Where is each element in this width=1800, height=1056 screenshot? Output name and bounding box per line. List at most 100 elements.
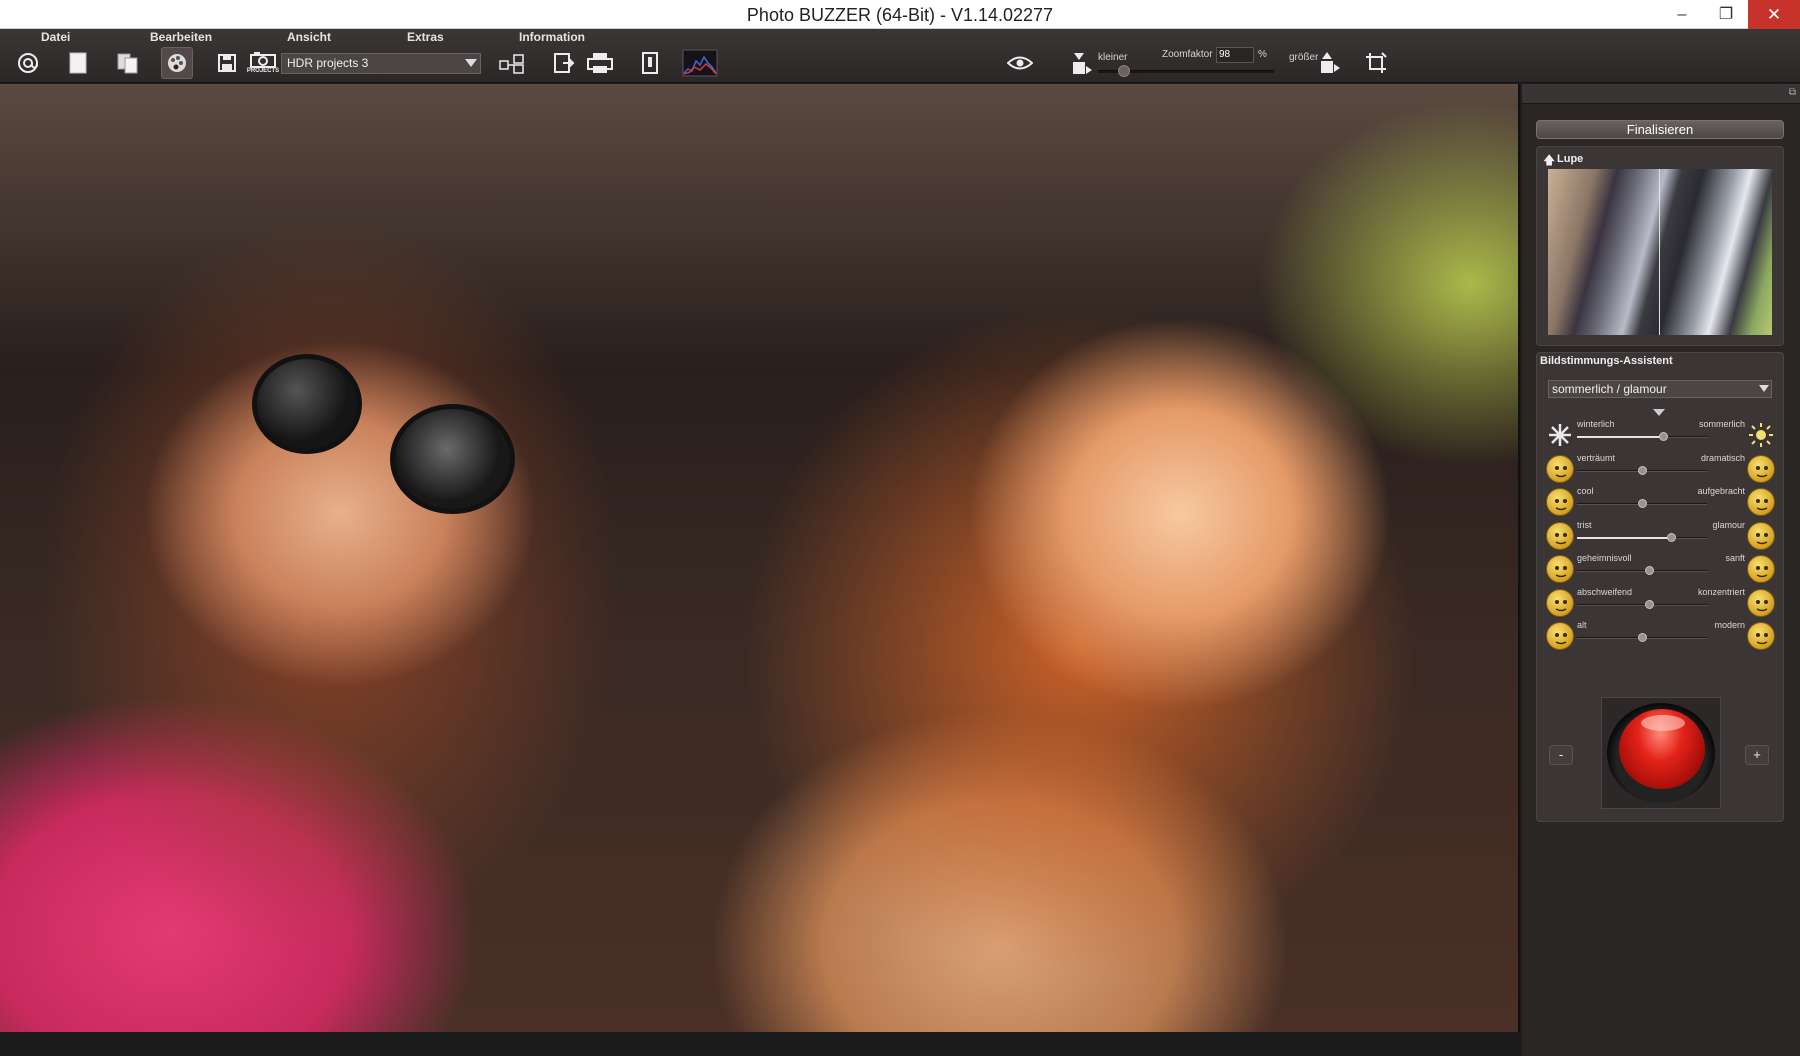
zoom-unit-label: % xyxy=(1258,49,1267,60)
zoom-smaller-label: kleiner xyxy=(1098,52,1128,63)
photo-detail-sunglasses-right xyxy=(390,404,515,514)
window-title: Photo BUZZER (64-Bit) - V1.14.02277 xyxy=(746,5,1054,25)
zoom-slider-thumb[interactable] xyxy=(1118,65,1130,77)
at-icon[interactable] xyxy=(12,47,44,79)
sun-icon[interactable] xyxy=(1747,421,1775,449)
menu-datei[interactable]: Datei xyxy=(41,30,70,44)
cool-face-icon[interactable] xyxy=(1546,488,1574,516)
mood-slider-thumb[interactable] xyxy=(1638,499,1647,508)
project-select[interactable]: HDR projects 3 xyxy=(281,53,481,74)
mood-slider-thumb[interactable] xyxy=(1638,465,1647,475)
slider-right-label: modern xyxy=(1714,620,1745,630)
mood-slider-row: trist glamour xyxy=(1537,518,1785,554)
info-panel-icon[interactable] xyxy=(634,47,666,79)
slider-left-label: trist xyxy=(1577,519,1592,530)
crop-icon[interactable] xyxy=(1360,47,1392,79)
histogram-icon[interactable] xyxy=(680,47,720,79)
slider-right-label: aufgebracht xyxy=(1697,486,1745,496)
mood-slider-track[interactable] xyxy=(1577,603,1707,606)
pin-icon[interactable]: ⧉ xyxy=(1789,87,1796,98)
loupe-preview[interactable] xyxy=(1548,169,1772,335)
mood-slider-thumb[interactable] xyxy=(1667,532,1676,542)
mood-select-value: sommerlich / glamour xyxy=(1552,382,1667,396)
slider-right-label: dramatisch xyxy=(1700,452,1745,463)
dreamy-face-icon[interactable] xyxy=(1546,454,1574,483)
menu-extras[interactable]: Extras xyxy=(407,30,444,44)
slider-left-label: verträumt xyxy=(1577,452,1616,463)
photo-preview xyxy=(0,84,1518,1032)
menu-bar: Datei Bearbeiten Ansicht Extras Informat… xyxy=(0,29,700,45)
menu-bearbeiten[interactable]: Bearbeiten xyxy=(150,30,212,44)
loupe-panel: 🡅 Lupe xyxy=(1536,146,1784,346)
image-canvas[interactable] xyxy=(0,84,1520,1032)
slider-left-label: winterlich xyxy=(1577,419,1615,429)
slider-left-label: alt xyxy=(1577,620,1587,630)
maximize-button[interactable]: ❐ xyxy=(1704,0,1748,29)
mood-assistant-title: Bildstimmungs-Assistent xyxy=(1540,355,1673,367)
chevron-down-icon xyxy=(465,59,477,67)
zoom-factor-label: Zoomfaktor xyxy=(1162,49,1213,60)
right-panel: ⧉ Finalisieren 🡅 Lupe Bildstimmungs-Assi… xyxy=(1522,84,1800,1056)
mood-slider-row: winterlich sommerlich xyxy=(1537,417,1785,453)
menu-ansicht[interactable]: Ansicht xyxy=(287,30,331,44)
mood-slider-row: alt modern xyxy=(1537,618,1785,654)
angry-face-icon[interactable] xyxy=(1747,488,1775,516)
title-bar: Photo BUZZER (64-Bit) - V1.14.02277 – ❐ … xyxy=(0,0,1800,29)
dramatic-face-icon[interactable] xyxy=(1747,454,1775,483)
export-icon[interactable] xyxy=(548,47,580,79)
mood-slider-thumb[interactable] xyxy=(1645,599,1654,609)
project-select-value: HDR projects 3 xyxy=(287,56,369,70)
new-document-icon[interactable] xyxy=(62,47,94,79)
mood-slider-fill xyxy=(1577,436,1663,438)
slider-right-label: sommerlich xyxy=(1698,419,1745,429)
copy-documents-icon[interactable] xyxy=(112,47,144,79)
minimize-button[interactable]: – xyxy=(1660,0,1704,29)
glamour-face-icon[interactable] xyxy=(1747,521,1775,550)
mood-slider-track[interactable] xyxy=(1577,570,1707,572)
close-button[interactable]: ✕ xyxy=(1748,0,1800,29)
loupe-title: Lupe xyxy=(1557,153,1584,165)
zoom-in-icon[interactable] xyxy=(1314,47,1346,79)
mood-slider-row: cool aufgebracht xyxy=(1537,484,1785,520)
palette-icon[interactable] xyxy=(161,47,193,79)
mood-slider-thumb[interactable] xyxy=(1659,432,1668,441)
slider-right-label: konzentriert xyxy=(1697,586,1745,597)
mood-slider-thumb[interactable] xyxy=(1638,633,1647,642)
print-icon[interactable] xyxy=(584,47,616,79)
chevron-down-icon xyxy=(1759,385,1769,392)
mood-slider-row: verträumt dramatisch xyxy=(1537,451,1785,487)
finalize-button[interactable]: Finalisieren xyxy=(1536,120,1784,139)
focused-face-icon[interactable] xyxy=(1747,588,1775,617)
slider-right-label: glamour xyxy=(1712,519,1745,530)
compare-icon[interactable] xyxy=(496,47,528,79)
projects-icon[interactable]: PROJECTS xyxy=(247,47,279,79)
mood-slider-row: abschweifend konzentriert xyxy=(1537,585,1785,621)
mysterious-face-icon[interactable] xyxy=(1546,555,1574,583)
mood-slider-fill xyxy=(1577,536,1671,539)
eye-icon[interactable] xyxy=(1004,47,1036,79)
zoom-factor-input[interactable]: 98 xyxy=(1216,47,1254,63)
save-icon[interactable] xyxy=(211,47,243,79)
slider-left-label: cool xyxy=(1577,486,1594,496)
expand-arrow-icon[interactable] xyxy=(1653,409,1665,416)
loupe-divider[interactable] xyxy=(1659,169,1660,335)
snowflake-icon[interactable] xyxy=(1546,421,1574,449)
menu-information[interactable]: Information xyxy=(519,30,585,44)
toolbar-area: Datei Bearbeiten Ansicht Extras Informat… xyxy=(0,29,1800,83)
mood-slider-row: geheimnisvoll sanft xyxy=(1537,551,1785,587)
gentle-face-icon[interactable] xyxy=(1747,555,1775,583)
decrease-button[interactable]: - xyxy=(1549,745,1573,765)
photo-detail-sunglasses-left xyxy=(252,354,362,454)
distracted-face-icon[interactable] xyxy=(1546,588,1574,617)
buzzer-shine xyxy=(1641,715,1685,731)
sad-face-icon[interactable] xyxy=(1546,521,1574,550)
mood-select[interactable]: sommerlich / glamour xyxy=(1548,380,1772,398)
increase-button[interactable]: + xyxy=(1745,745,1769,765)
zoom-out-icon[interactable] xyxy=(1066,47,1098,79)
mood-slider-thumb[interactable] xyxy=(1645,566,1654,575)
panel-header: ⧉ xyxy=(1522,84,1800,104)
projects-caption: PROJECTS xyxy=(246,68,280,74)
slider-left-label: abschweifend xyxy=(1577,586,1633,597)
modern-face-icon[interactable] xyxy=(1747,622,1775,650)
old-face-icon[interactable] xyxy=(1546,622,1574,650)
